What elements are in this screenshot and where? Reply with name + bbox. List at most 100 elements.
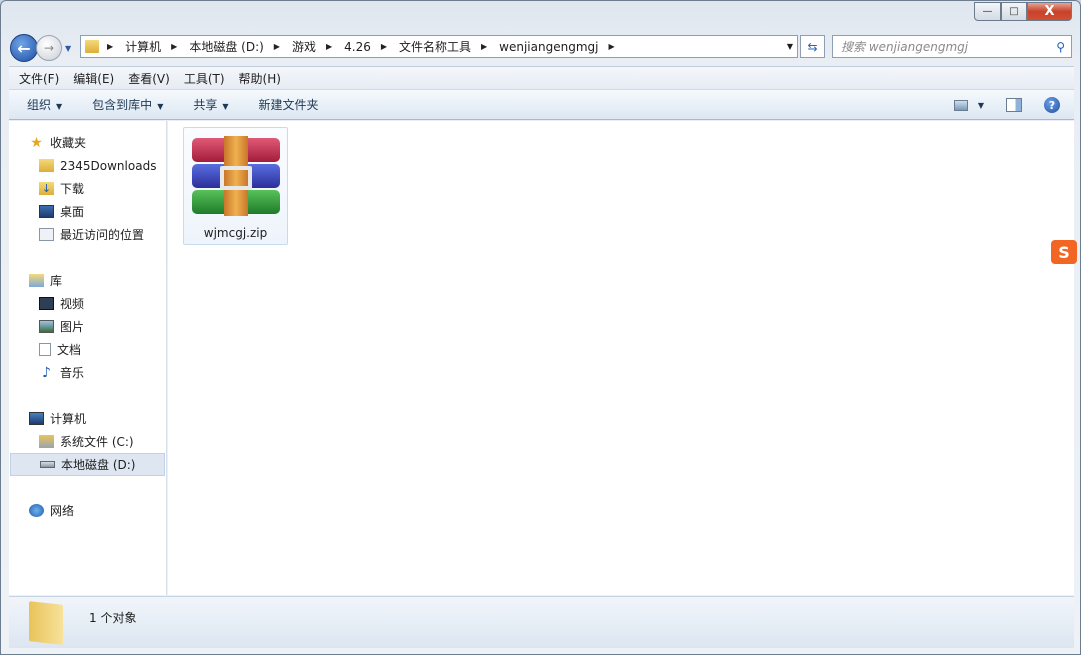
sidebar-label: 系统文件 (C:) [60, 435, 134, 449]
sidebar-item-drive-d[interactable]: 本地磁盘 (D:) [10, 453, 165, 476]
command-bar: 组织 ▼ 包含到库中 ▼ 共享 ▼ 新建文件夹 ▼ ? [9, 89, 1074, 120]
downloads-icon: ↓ [39, 182, 54, 195]
library-icon [29, 274, 44, 287]
file-list: wjmcgj.zip [168, 121, 1074, 595]
breadcrumb-arrow-icon[interactable]: ▶ [171, 42, 177, 51]
preview-pane-button[interactable] [1006, 98, 1022, 112]
sidebar-label: 库 [50, 274, 63, 288]
sidebar-label: 下载 [60, 182, 85, 196]
video-icon [39, 297, 54, 310]
menu-tools[interactable]: 工具(T) [184, 70, 225, 87]
breadcrumb-arrow-icon[interactable]: ▶ [274, 42, 280, 51]
sidebar-item-recent-places[interactable]: 最近访问的位置 [9, 223, 166, 246]
breadcrumb-computer[interactable]: 计算机 ▶ [125, 38, 185, 55]
address-history-dropdown[interactable]: ▼ [787, 42, 793, 51]
details-pane: 1 个对象 [9, 596, 1074, 648]
back-button[interactable]: ← [10, 34, 38, 62]
navigation-pane: ★ 收藏夹 2345Downloads ↓ 下载 桌面 最近访问的位置 库 视频 图… [9, 121, 167, 595]
address-bar[interactable]: ▶ 计算机 ▶ 本地磁盘 (D:) ▶ 游戏 ▶ 4.26 ▶ 文件名称工具 ▶ wenj… [80, 35, 798, 58]
search-input[interactable]: 搜索 wenjiangengmgj ⚲ [832, 35, 1072, 58]
music-icon: ♪ [42, 364, 51, 381]
menu-edit[interactable]: 编辑(E) [73, 70, 114, 87]
menu-view[interactable]: 查看(V) [128, 70, 170, 87]
sidebar-label: 本地磁盘 (D:) [61, 458, 136, 472]
breadcrumb-current[interactable]: wenjiangengmgj ▶ [499, 40, 622, 54]
sidebar-item-pictures[interactable]: 图片 [9, 315, 166, 338]
drive-icon [40, 461, 55, 468]
breadcrumb-arrow-icon[interactable]: ▶ [608, 42, 614, 51]
sidebar-label: 网络 [50, 504, 75, 518]
breadcrumb-games[interactable]: 游戏 ▶ [292, 38, 340, 55]
recent-pages-dropdown[interactable]: ▼ [65, 44, 71, 53]
breadcrumb-arrow-icon[interactable]: ▶ [326, 42, 332, 51]
breadcrumb-filename-tool[interactable]: 文件名称工具 ▶ [399, 38, 495, 55]
winrar-archive-icon [190, 136, 282, 216]
sidebar-computer[interactable]: 计算机 [9, 407, 166, 430]
breadcrumb-label: wenjiangengmgj [499, 39, 599, 54]
sidebar-item-desktop[interactable]: 桌面 [9, 200, 166, 223]
sidebar-label: 文档 [57, 343, 82, 357]
navigation-buttons: ← → ▼ [10, 34, 71, 62]
file-item[interactable]: wjmcgj.zip [183, 127, 288, 245]
sidebar-label: 计算机 [50, 412, 87, 426]
share-button[interactable]: 共享 ▼ [193, 96, 228, 113]
breadcrumb-4-26[interactable]: 4.26 ▶ [344, 40, 395, 54]
file-name: wjmcgj.zip [203, 226, 268, 240]
system-drive-icon [39, 435, 54, 448]
chevron-down-icon: ▼ [977, 100, 984, 110]
sidebar-item-downloads[interactable]: ↓ 下载 [9, 177, 166, 200]
forward-button[interactable]: → [36, 35, 62, 61]
caption-buttons: — □ X [974, 2, 1072, 21]
breadcrumb-drive-d[interactable]: 本地磁盘 (D:) ▶ [189, 38, 288, 55]
new-folder-button[interactable]: 新建文件夹 [259, 96, 319, 113]
include-in-library-button[interactable]: 包含到库中 ▼ [92, 96, 163, 113]
breadcrumb-label: 4.26 [344, 39, 371, 54]
breadcrumb-label: 本地磁盘 (D:) [189, 40, 264, 54]
breadcrumb-arrow-icon[interactable]: ▶ [481, 42, 487, 51]
sidebar-libraries[interactable]: 库 [9, 269, 166, 292]
breadcrumb-arrow-icon[interactable]: ▶ [381, 42, 387, 51]
sidebar-item-drive-c[interactable]: 系统文件 (C:) [9, 430, 166, 453]
sidebar-label: 最近访问的位置 [60, 228, 145, 242]
search-icon[interactable]: ⚲ [1056, 40, 1065, 54]
chevron-down-icon: ▼ [157, 102, 164, 111]
sidebar-label: 收藏夹 [50, 136, 87, 150]
organize-button[interactable]: 组织 ▼ [27, 96, 62, 113]
search-placeholder: 搜索 wenjiangengmgj [841, 40, 969, 54]
share-label: 共享 [193, 98, 218, 112]
sidebar-label: 音乐 [60, 366, 85, 380]
breadcrumb-label: 计算机 [125, 40, 162, 54]
menu-file[interactable]: 文件(F) [19, 70, 59, 87]
breadcrumb-arrow-icon[interactable]: ▶ [107, 42, 113, 51]
explorer-window: — □ X ← → ▼ ▶ 计算机 ▶ 本地磁盘 (D:) ▶ 游戏 ▶ 4.26 ▶ … [0, 0, 1081, 655]
sidebar-label: 桌面 [60, 205, 85, 219]
sogou-ime-icon[interactable]: S [1051, 240, 1077, 264]
sidebar-item-videos[interactable]: 视频 [9, 292, 166, 315]
menu-help[interactable]: 帮助(H) [239, 70, 281, 87]
sidebar-item-2345downloads[interactable]: 2345Downloads [9, 154, 166, 177]
sidebar-item-documents[interactable]: 文档 [9, 338, 166, 361]
computer-icon [29, 412, 44, 425]
minimize-button[interactable]: — [974, 2, 1001, 21]
sidebar-network[interactable]: 网络 [9, 499, 166, 522]
refresh-button[interactable]: ⇆ [800, 35, 825, 58]
documents-icon [39, 343, 51, 356]
sidebar-label: 图片 [60, 320, 85, 334]
organize-label: 组织 [27, 98, 52, 112]
folder-icon [39, 159, 54, 172]
menu-bar: 文件(F) 编辑(E) 查看(V) 工具(T) 帮助(H) [9, 66, 1074, 89]
close-button[interactable]: X [1027, 2, 1072, 21]
help-icon[interactable]: ? [1044, 97, 1060, 113]
folder-icon [85, 40, 99, 53]
sidebar-favorites[interactable]: ★ 收藏夹 [9, 131, 166, 154]
desktop-icon [39, 205, 54, 218]
change-view-button[interactable]: ▼ [953, 99, 984, 111]
star-icon: ★ [30, 134, 43, 151]
sidebar-item-music[interactable]: ♪ 音乐 [9, 361, 166, 384]
chevron-down-icon: ▼ [222, 102, 229, 111]
include-library-label: 包含到库中 [92, 98, 153, 112]
network-icon [29, 504, 44, 517]
maximize-button[interactable]: □ [1001, 2, 1027, 21]
breadcrumb-label: 文件名称工具 [399, 40, 472, 54]
breadcrumb-label: 游戏 [291, 40, 316, 54]
